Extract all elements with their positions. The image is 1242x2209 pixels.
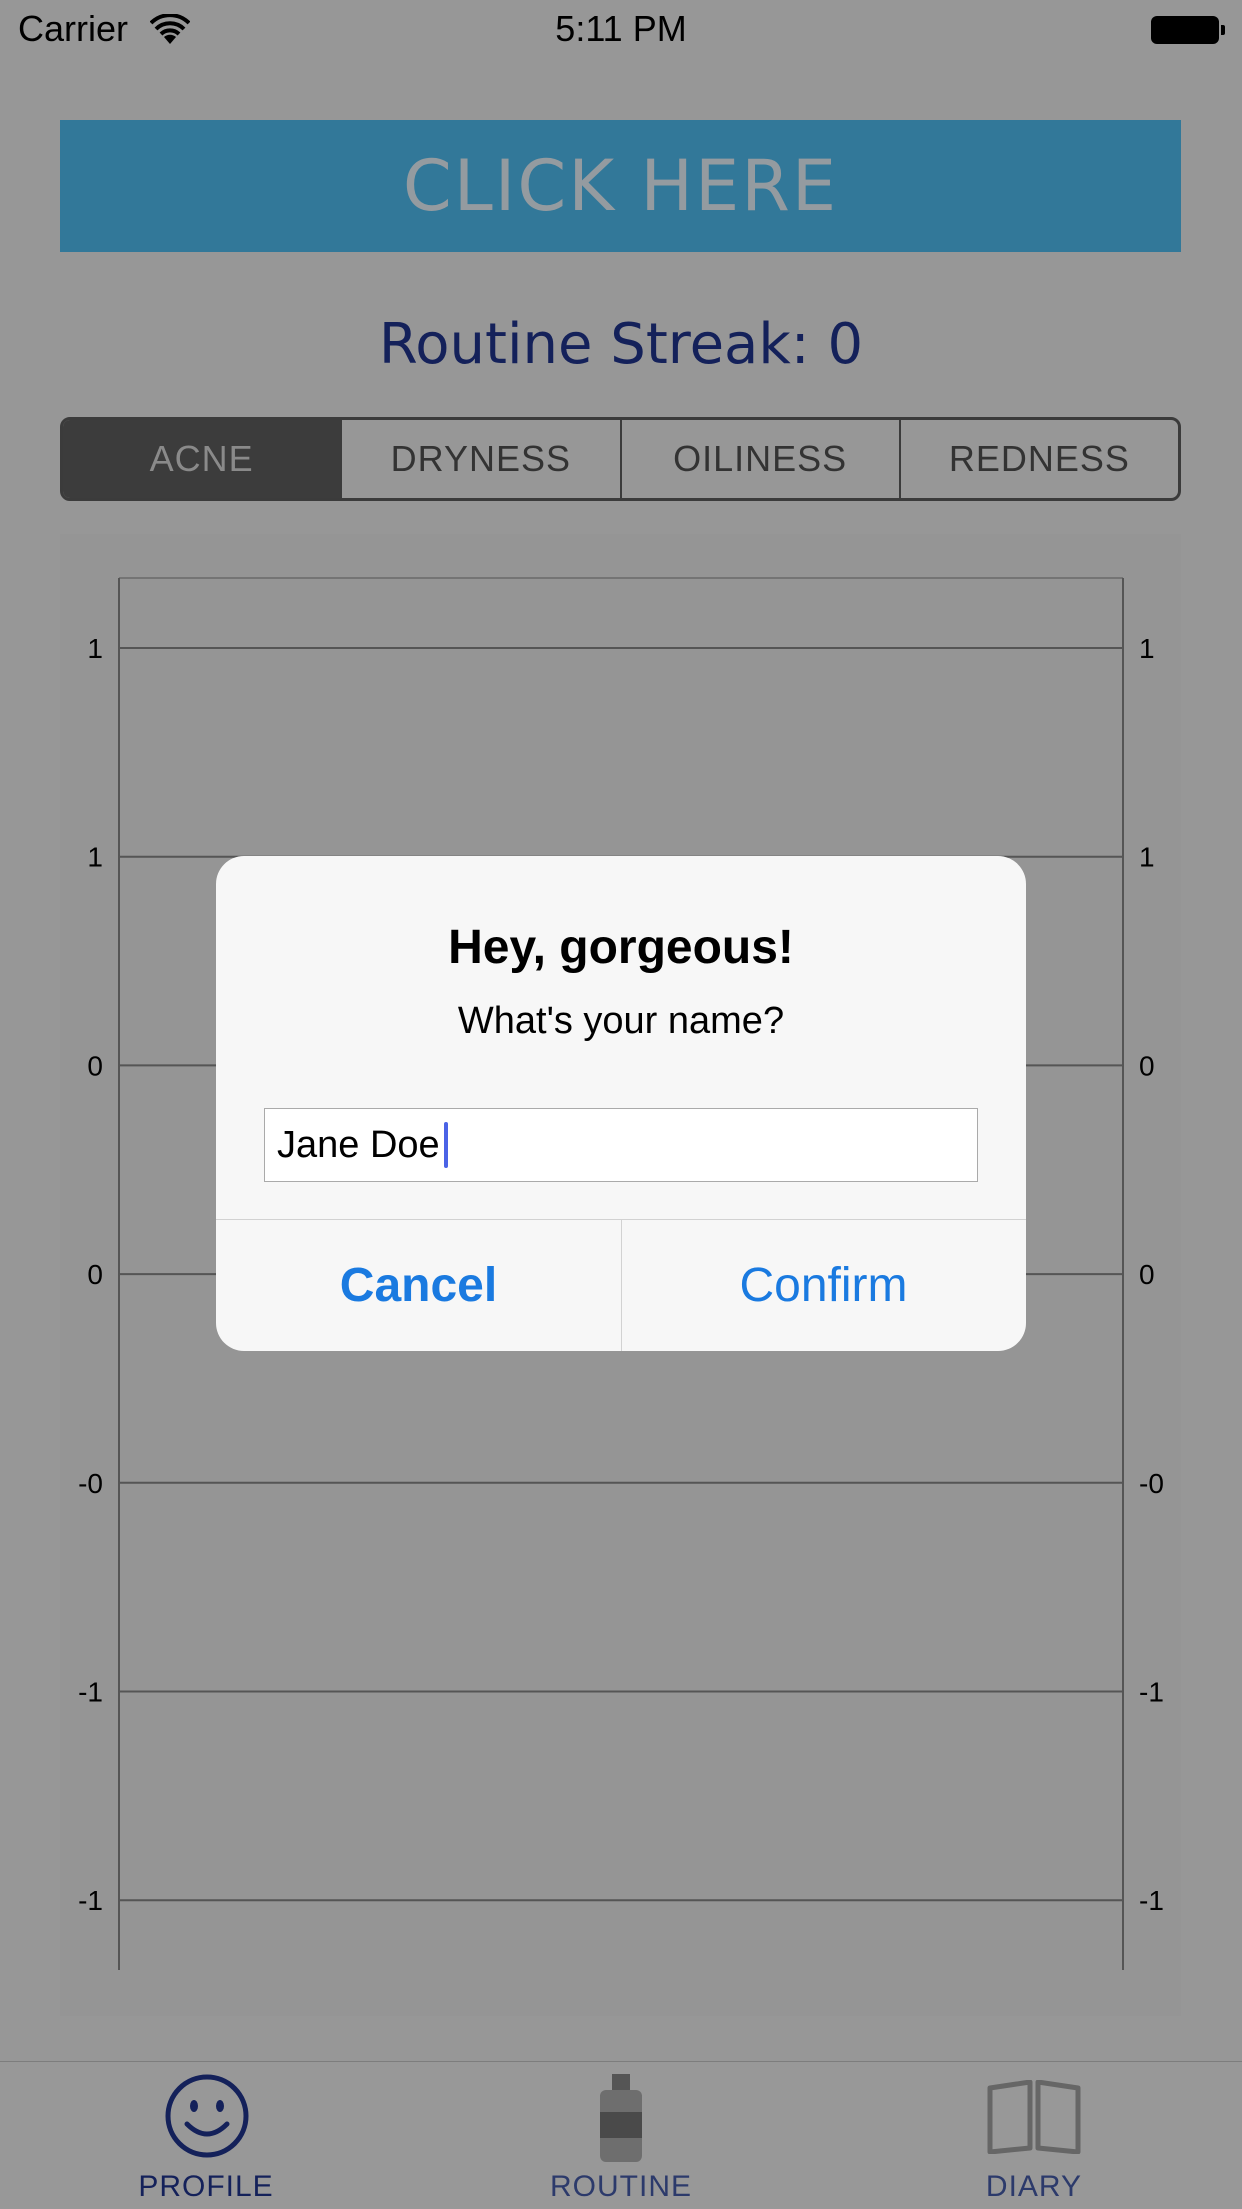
tab-profile[interactable]: PROFILE (106, 2062, 306, 2209)
dialog-message: What's your name? (457, 1000, 785, 1042)
dialog-title: Hey, gorgeous! (448, 921, 794, 974)
tab-diary-label: DIARY (985, 2170, 1083, 2203)
y-tick-label-right: 0 (1139, 1259, 1155, 1290)
tab-diary[interactable]: DIARY (934, 2062, 1134, 2209)
tab-routine-label: ROUTINE (550, 2170, 692, 2203)
y-tick-label-left: -1 (78, 1677, 103, 1708)
routine-streak-label: Routine Streak: 0 (378, 312, 864, 377)
segment-dryness[interactable]: DRYNESS (342, 420, 622, 498)
segment-redness[interactable]: REDNESS (901, 420, 1178, 498)
bottle-icon (600, 2074, 642, 2162)
y-tick-label-left: 0 (87, 1259, 103, 1290)
cancel-button[interactable]: Cancel (216, 1220, 621, 1351)
name-prompt-dialog: Hey, gorgeous! What's your name? Cancel … (216, 856, 1026, 1351)
y-tick-label-right: -0 (1139, 1468, 1164, 1499)
y-tick-label-right: 1 (1139, 842, 1155, 873)
confirm-button[interactable]: Confirm (621, 1220, 1026, 1351)
segment-oiliness[interactable]: OILINESS (622, 420, 901, 498)
smiley-icon (165, 2074, 249, 2158)
text-caret (444, 1122, 448, 1168)
y-tick-label-left: 0 (87, 1050, 103, 1081)
status-bar: Carrier 5:11 PM (0, 0, 1242, 62)
condition-segmented-control: ACNE DRYNESS OILINESS REDNESS (60, 417, 1181, 501)
y-tick-label-right: -1 (1139, 1885, 1164, 1916)
y-tick-label-right: -1 (1139, 1677, 1164, 1708)
battery-icon (1151, 16, 1225, 44)
tab-profile-label: PROFILE (138, 2170, 274, 2203)
segment-acne[interactable]: ACNE (63, 420, 343, 498)
y-tick-label-left: -1 (78, 1885, 103, 1916)
y-tick-label-right: 0 (1139, 1050, 1155, 1081)
click-here-button[interactable]: CLICK HERE (60, 120, 1181, 252)
tab-bar: PROFILE ROUTINE DIARY (0, 2061, 1242, 2209)
y-tick-label-left: 1 (87, 633, 103, 664)
status-time: 5:11 PM (555, 8, 687, 49)
book-icon (987, 2080, 1081, 2154)
tab-routine[interactable]: ROUTINE (521, 2062, 721, 2209)
y-tick-label-left: 1 (87, 842, 103, 873)
y-tick-label-right: 1 (1139, 633, 1155, 664)
name-input[interactable] (264, 1108, 978, 1182)
y-tick-label-left: -0 (78, 1468, 103, 1499)
